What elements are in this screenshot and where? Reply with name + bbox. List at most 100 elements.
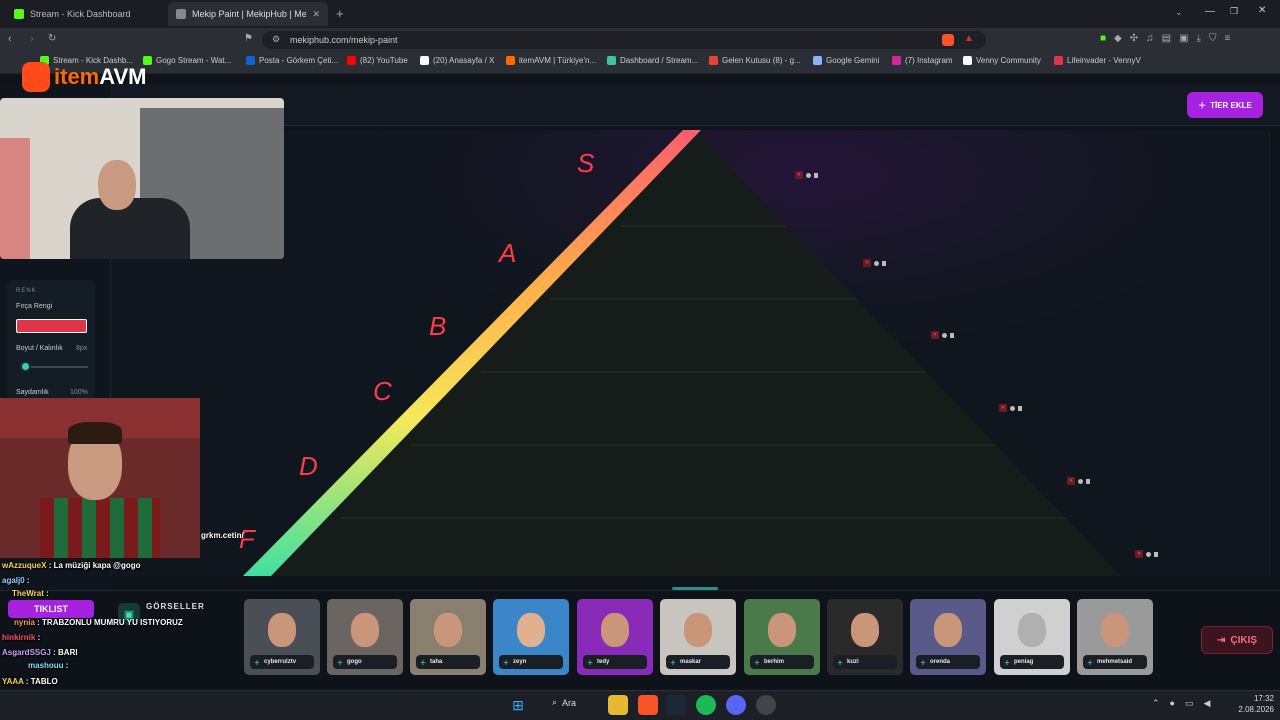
extension-icon[interactable]: ■ xyxy=(1100,33,1106,44)
tab-mekip-paint[interactable]: Mekip Paint | MekipHub | Mekip ✕ xyxy=(168,2,328,26)
bookmark-item[interactable]: Venny Community xyxy=(963,56,1041,65)
brave-icon[interactable] xyxy=(638,695,658,715)
obs-icon[interactable] xyxy=(756,695,776,715)
close-tab-icon[interactable]: ✕ xyxy=(312,9,320,20)
bookmark-icon[interactable]: ⚑ xyxy=(244,33,253,44)
add-icon[interactable]: ＋ xyxy=(254,658,260,667)
network-icon[interactable]: ▭ xyxy=(1185,698,1194,709)
add-icon[interactable]: ＋ xyxy=(1004,658,1010,667)
add-icon[interactable]: ＋ xyxy=(1087,658,1093,667)
add-icon[interactable]: ＋ xyxy=(420,658,426,667)
settings-icon[interactable] xyxy=(1078,478,1083,484)
bookmark-item[interactable]: (82) YouTube xyxy=(347,56,408,65)
gallery-card[interactable]: ＋ gogo xyxy=(327,599,403,675)
size-label: Boyut / Kalınlık xyxy=(16,345,63,352)
back-icon[interactable]: ‹ xyxy=(8,33,12,45)
add-icon[interactable]: ＋ xyxy=(920,658,926,667)
new-tab-icon[interactable]: + xyxy=(336,6,344,21)
file-explorer-icon[interactable] xyxy=(608,695,628,715)
add-icon[interactable]: ＋ xyxy=(670,658,676,667)
add-icon[interactable]: ＋ xyxy=(754,658,760,667)
drag-handle-icon[interactable] xyxy=(950,332,954,338)
bookmark-item[interactable]: (20) Anasayfa / X xyxy=(420,56,494,65)
gallery-card[interactable]: ＋ maskar xyxy=(660,599,736,675)
gallery-card[interactable]: ＋ berhim xyxy=(744,599,820,675)
gallery-card[interactable]: ＋ tedy xyxy=(577,599,653,675)
vpn-icon[interactable]: ⛉ xyxy=(1209,33,1217,44)
site-info-icon[interactable]: ⚙ xyxy=(272,34,280,45)
jersey-shape xyxy=(40,498,160,558)
gallery-card[interactable]: ＋ zeyn xyxy=(493,599,569,675)
minimize-icon[interactable]: — xyxy=(1205,6,1215,17)
sidebar-icon[interactable]: ▤ xyxy=(1162,33,1171,44)
delete-tier-icon[interactable]: ✕ xyxy=(1067,477,1075,485)
wallet-icon[interactable]: ▣ xyxy=(1179,33,1188,44)
maximize-icon[interactable]: ❐ xyxy=(1230,6,1238,17)
settings-icon[interactable] xyxy=(942,332,947,338)
start-icon[interactable]: ⊞ xyxy=(508,695,528,715)
exit-button[interactable]: ⇥ ÇIKIŞ xyxy=(1201,626,1273,654)
gallery-card[interactable]: ＋ taha xyxy=(410,599,486,675)
bookmark-item[interactable]: Google Gemini xyxy=(813,56,879,65)
add-icon[interactable]: ＋ xyxy=(503,658,509,667)
gallery-resize-handle[interactable] xyxy=(672,587,718,590)
search-icon: ⌕ xyxy=(552,697,558,707)
tab-list-icon[interactable]: ⌄ xyxy=(1175,7,1183,18)
gallery-card[interactable]: ＋ kuzi xyxy=(827,599,903,675)
gallery-card[interactable]: ＋ peniag xyxy=(994,599,1070,675)
bookmark-item[interactable]: Gelen Kutusu (8) - g... xyxy=(709,56,801,65)
lifeinvader-icon xyxy=(1054,56,1063,65)
spotify-icon[interactable] xyxy=(696,695,716,715)
settings-icon[interactable] xyxy=(874,260,879,266)
chat-message: hinkirnik : xyxy=(2,633,41,642)
extension-icon[interactable]: ◆ xyxy=(1114,33,1122,44)
settings-icon[interactable] xyxy=(1146,551,1151,557)
forward-icon[interactable]: › xyxy=(30,33,34,45)
settings-icon[interactable] xyxy=(1010,405,1015,411)
brave-shield-icon[interactable] xyxy=(942,34,954,46)
gallery-card[interactable]: ＋ cyberrulztv xyxy=(244,599,320,675)
drag-handle-icon[interactable] xyxy=(814,172,818,178)
delete-tier-icon[interactable]: ✕ xyxy=(999,404,1007,412)
volume-icon[interactable]: ◀ xyxy=(1204,698,1211,709)
add-icon[interactable]: ＋ xyxy=(587,658,593,667)
music-icon[interactable]: ♫ xyxy=(1146,33,1154,44)
settings-icon[interactable] xyxy=(806,172,811,178)
size-slider-handle[interactable] xyxy=(20,361,31,372)
puzzle-icon[interactable]: ✣ xyxy=(1130,33,1138,44)
drawing-canvas[interactable]: S A B C D F xyxy=(110,130,1270,576)
rewards-icon[interactable]: ▲ xyxy=(964,33,974,44)
delete-tier-icon[interactable]: ✕ xyxy=(795,171,803,179)
discord-icon[interactable] xyxy=(726,695,746,715)
chevron-up-icon[interactable]: ⌃ xyxy=(1152,698,1160,709)
brush-color-swatch[interactable] xyxy=(16,319,87,333)
bookmark-item[interactable]: Dashboard / Stream... xyxy=(607,56,698,65)
drag-handle-icon[interactable] xyxy=(1018,405,1022,411)
bookmark-item[interactable]: (7) Instagram xyxy=(892,56,953,65)
reload-icon[interactable]: ↻ xyxy=(48,33,56,44)
delete-tier-icon[interactable]: ✕ xyxy=(1135,550,1143,558)
add-tier-button[interactable]: ＋ TİER EKLE xyxy=(1187,92,1263,118)
delete-tier-icon[interactable]: ✕ xyxy=(863,259,871,267)
menu-icon[interactable]: ≡ xyxy=(1224,33,1230,44)
drag-handle-icon[interactable] xyxy=(882,260,886,266)
bookmark-item[interactable]: Gogo Stream - Wat... xyxy=(143,56,231,65)
drag-handle-icon[interactable] xyxy=(1086,478,1090,484)
drag-handle-icon[interactable] xyxy=(1154,551,1158,557)
add-icon[interactable]: ＋ xyxy=(837,658,843,667)
tab-kick-dashboard[interactable]: Stream - Kick Dashboard xyxy=(6,2,166,26)
download-icon[interactable]: ⤓ xyxy=(1197,33,1201,44)
url-field[interactable]: ⚙ mekiphub.com/mekip-paint ▲ xyxy=(262,31,986,49)
gallery-card[interactable]: ＋ orenda xyxy=(910,599,986,675)
search-button[interactable]: ⌕ Ara xyxy=(552,697,576,708)
steam-icon[interactable] xyxy=(666,695,686,715)
bookmark-item[interactable]: itemAVM | Türkiye'n... xyxy=(506,56,596,65)
bookmark-item[interactable]: Posta - Görkem Çeti... xyxy=(246,56,338,65)
close-window-icon[interactable]: ✕ xyxy=(1258,5,1266,16)
add-icon[interactable]: ＋ xyxy=(337,658,343,667)
microphone-icon[interactable]: ● xyxy=(1170,698,1175,709)
gallery-card[interactable]: ＋ mehmetsaid xyxy=(1077,599,1153,675)
clock[interactable]: 17:32 2.08.2026 xyxy=(1228,693,1274,715)
bookmark-item[interactable]: Lifeinvader - VennyV xyxy=(1054,56,1141,65)
delete-tier-icon[interactable]: ✕ xyxy=(931,331,939,339)
